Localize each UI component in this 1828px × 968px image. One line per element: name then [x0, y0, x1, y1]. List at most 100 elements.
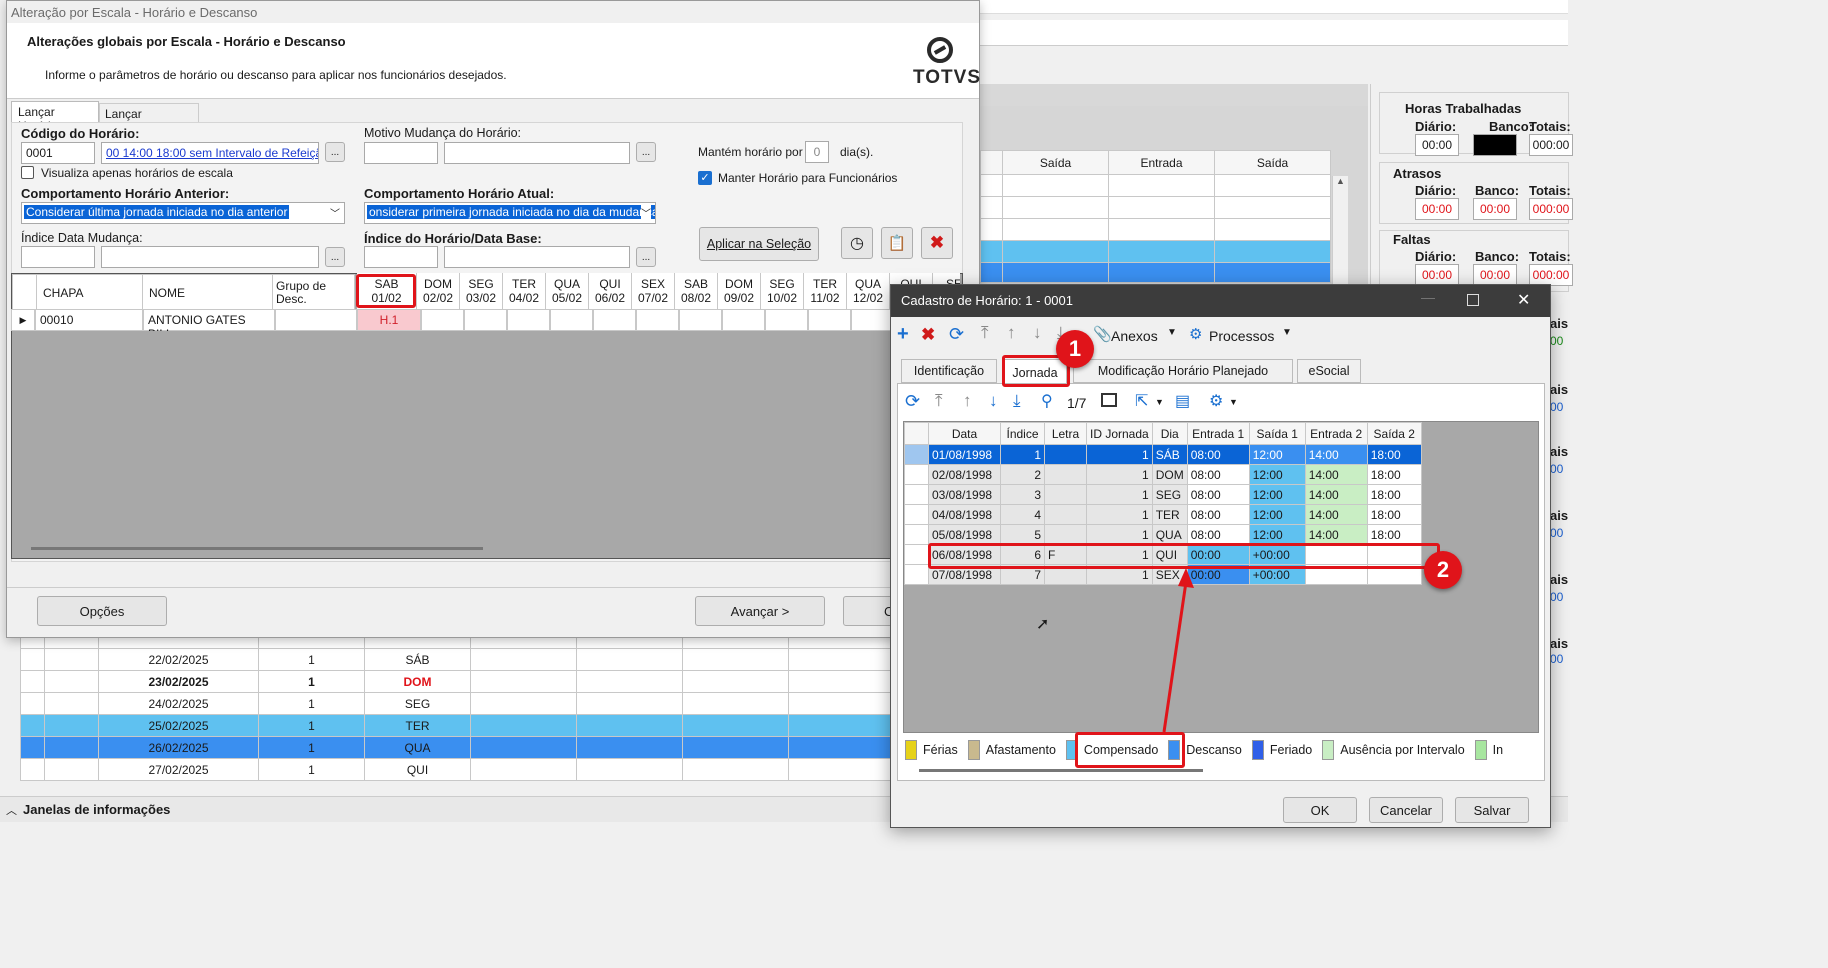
jornada-row[interactable]: 02/08/1998 2 1 DOM 08:00 12:00 14:00 18:00 — [904, 464, 1422, 485]
motivo-desc-input[interactable] — [444, 142, 630, 164]
day-column-header[interactable]: QUI 06/02 — [589, 273, 632, 309]
paperclip-icon[interactable]: 📎 — [1093, 325, 1112, 343]
mantem-days-input[interactable]: 0 — [805, 141, 829, 163]
clipboard-icon[interactable]: 📋 — [881, 227, 913, 259]
minimize-icon[interactable]: — — [1421, 289, 1435, 305]
jornada-col-header[interactable]: Dia — [1151, 422, 1188, 445]
visualiza-checkbox[interactable] — [21, 166, 34, 179]
jornada-row[interactable]: 05/08/1998 5 1 QUA 08:00 12:00 14:00 18:00 — [904, 524, 1422, 545]
jornada-row[interactable]: 03/08/1998 3 1 SEG 08:00 12:00 14:00 18:00 — [904, 484, 1422, 505]
down-icon[interactable]: ↓ — [1033, 323, 1042, 343]
avancar-button[interactable]: Avançar > — [695, 596, 825, 626]
caret-down-icon[interactable]: ▼ — [1229, 397, 1238, 407]
jornada-col-header[interactable]: Saída 1 — [1248, 422, 1306, 445]
day-cell[interactable] — [722, 309, 765, 331]
cell-grupo[interactable] — [275, 309, 357, 331]
chevron-up-icon[interactable]: ︿ — [6, 802, 17, 818]
caret-down-icon[interactable]: ▼ — [1155, 397, 1164, 407]
motivo-code-input[interactable] — [364, 142, 438, 164]
aplicar-selecao-button[interactable]: Aplicar na Seleção — [699, 227, 819, 261]
indice-base-input[interactable] — [364, 246, 438, 268]
tab-identificacao[interactable]: Identificação — [901, 359, 997, 383]
jornada-col-header[interactable]: Índice — [1000, 422, 1045, 445]
processos-menu[interactable]: Processos — [1209, 328, 1274, 344]
delete-icon[interactable]: ✖ — [921, 227, 953, 259]
col-chapa[interactable]: CHAPA — [36, 274, 143, 311]
day-column-header[interactable]: DOM 02/02 — [417, 273, 460, 309]
tab-lancar-descanso[interactable]: Lançar Descanso — [99, 103, 199, 135]
background-scrollbar[interactable]: ▲ — [1332, 176, 1348, 286]
day-cell[interactable] — [507, 309, 550, 331]
day-cell[interactable] — [550, 309, 593, 331]
columns-icon[interactable] — [1101, 393, 1117, 407]
comp-anterior-select[interactable]: Considerar última jornada iniciada no di… — [21, 202, 345, 224]
day-cell[interactable] — [808, 309, 851, 331]
export-icon[interactable]: ⇱ — [1135, 391, 1148, 411]
gear-icon[interactable]: ⚙ — [1189, 325, 1202, 343]
codigo-desc-link[interactable]: 00 14:00 18:00 sem Intervalo de Refeição — [101, 142, 319, 164]
scroll-up-icon[interactable]: ▲ — [1333, 176, 1348, 186]
first-icon[interactable]: ⤒ — [981, 323, 989, 343]
day-column-header[interactable]: DOM 09/02 — [718, 273, 761, 309]
cell-chapa[interactable]: 00010 — [35, 309, 143, 331]
caret-down-icon[interactable]: ▼ — [1282, 327, 1292, 338]
codigo-input[interactable]: 0001 — [21, 142, 95, 164]
jornada-col-header[interactable]: Entrada 1 — [1186, 422, 1250, 445]
jornada-col-header[interactable]: ID Jornada — [1086, 422, 1153, 445]
day-column-header[interactable]: TER 11/02 — [804, 273, 847, 309]
grid-down-icon[interactable]: ↓ — [989, 391, 998, 411]
background-day-row[interactable]: 26/02/2025 1 QUA — [20, 736, 891, 759]
salvar-button[interactable]: Salvar — [1455, 797, 1529, 823]
maximize-icon[interactable] — [1467, 294, 1479, 306]
jornada-col-header[interactable]: Letra — [1044, 422, 1087, 445]
day-cell[interactable] — [421, 309, 464, 331]
jornada-row[interactable]: 04/08/1998 4 1 TER 08:00 12:00 14:00 18:00 — [904, 504, 1422, 525]
tab-lancar-horario[interactable]: Lançar Horário — [11, 101, 99, 133]
background-day-row[interactable]: 27/02/2025 1 QUI — [20, 758, 891, 781]
refresh-icon[interactable]: ⟳ — [949, 324, 964, 345]
day-column-header[interactable]: TER 04/02 — [503, 273, 546, 309]
day-cell[interactable] — [593, 309, 636, 331]
col-grupo[interactable]: Grupo de Desc. — [272, 274, 355, 311]
chevron-down-icon[interactable]: ﹀ — [330, 205, 340, 220]
day-column-header[interactable]: SEG 10/02 — [761, 273, 804, 309]
chevron-down-icon[interactable]: ﹀ — [641, 205, 651, 220]
day-column-header[interactable]: QUA 05/02 — [546, 273, 589, 309]
grid-last-icon[interactable]: ⤓ — [1013, 391, 1021, 411]
day-cell[interactable] — [851, 309, 894, 331]
up-icon[interactable]: ↑ — [1007, 323, 1016, 343]
background-day-row[interactable]: 22/02/2025 1 SÁB — [20, 648, 891, 671]
col-nome[interactable]: NOME — [142, 274, 273, 311]
close-icon[interactable]: ✕ — [1517, 290, 1530, 310]
employee-grid-hscroll[interactable] — [31, 547, 483, 550]
jornada-col-header[interactable]: Saída 2 — [1366, 422, 1422, 445]
comp-atual-select[interactable]: onsiderar primeira jornada iniciada no d… — [364, 202, 656, 224]
day-column-header[interactable]: SEX 07/02 — [632, 273, 675, 309]
cancelar-button[interactable]: Cancelar — [1369, 797, 1443, 823]
indice-lookup-button[interactable]: ... — [325, 247, 345, 267]
day-cell[interactable] — [765, 309, 808, 331]
indice-desc-input[interactable] — [101, 246, 319, 268]
codigo-lookup-button[interactable]: ... — [325, 142, 345, 162]
clock-icon[interactable]: ◷ — [841, 227, 873, 259]
document-icon[interactable]: ▤ — [1175, 391, 1190, 411]
add-icon[interactable]: + — [897, 323, 909, 346]
grid-first-icon[interactable]: ⤒ — [935, 391, 943, 411]
day-column-header[interactable]: QUA 12/02 — [847, 273, 890, 309]
day-cell[interactable] — [636, 309, 679, 331]
jornada-col-header[interactable]: Data — [928, 422, 1001, 445]
motivo-lookup-button[interactable]: ... — [636, 142, 656, 162]
tab-modificacao[interactable]: Modificação Horário Planejado — [1073, 359, 1293, 383]
caret-down-icon[interactable]: ▼ — [1167, 327, 1177, 338]
ok-button[interactable]: OK — [1283, 797, 1357, 823]
day-cell[interactable] — [679, 309, 722, 331]
anexos-menu[interactable]: Anexos — [1111, 328, 1158, 344]
tab-esocial[interactable]: eSocial — [1297, 359, 1361, 383]
opcoes-button[interactable]: Opções — [37, 596, 167, 626]
background-day-row[interactable]: 23/02/2025 1 DOM — [20, 670, 891, 693]
indice-base-desc-input[interactable] — [444, 246, 630, 268]
manter-checkbox[interactable]: ✓ — [698, 171, 712, 185]
settings-icon[interactable]: ⚙ — [1209, 391, 1223, 411]
legend-hscroll[interactable] — [919, 769, 1203, 772]
background-day-row[interactable]: 25/02/2025 1 TER — [20, 714, 891, 737]
